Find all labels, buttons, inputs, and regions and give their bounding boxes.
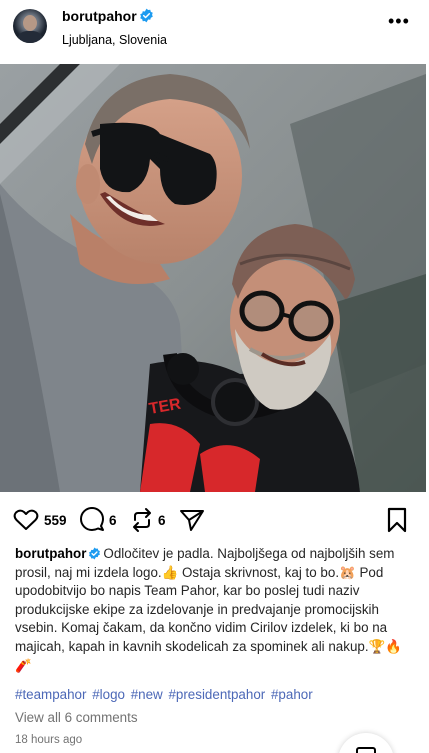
hashtag-link[interactable]: #pahor bbox=[271, 687, 313, 702]
post-header: borutpahor Ljubljana, Slovenia ••• bbox=[0, 0, 429, 64]
post-caption: borutpahor Odločitev je padla. Najboljšeg… bbox=[15, 545, 415, 675]
hashtag-link[interactable]: #new bbox=[131, 687, 163, 702]
avatar[interactable] bbox=[13, 9, 47, 43]
post-location[interactable]: Ljubljana, Slovenia bbox=[62, 33, 167, 47]
post-username[interactable]: borutpahor bbox=[62, 8, 137, 24]
caption-username[interactable]: borutpahor bbox=[15, 546, 86, 561]
comment-icon[interactable] bbox=[79, 506, 105, 534]
message-button[interactable] bbox=[338, 733, 394, 753]
hashtag-link[interactable]: #teampahor bbox=[15, 687, 86, 702]
post-actions: 559 6 6 bbox=[0, 506, 429, 538]
selfie-image: TER bbox=[0, 64, 426, 492]
repost-icon[interactable] bbox=[130, 506, 154, 534]
like-count[interactable]: 559 bbox=[44, 513, 67, 528]
hashtag-link[interactable]: #logo bbox=[92, 687, 125, 702]
share-icon[interactable] bbox=[179, 506, 205, 534]
heart-icon[interactable] bbox=[13, 506, 39, 534]
caption-text: Odločitev je padla. Najboljšega od najbo… bbox=[15, 546, 402, 673]
post-timestamp: 18 hours ago bbox=[15, 734, 83, 746]
verified-badge-icon bbox=[140, 8, 153, 23]
verified-badge-icon bbox=[89, 547, 101, 560]
post-photo[interactable]: TER bbox=[0, 64, 426, 492]
comment-count[interactable]: 6 bbox=[109, 513, 117, 528]
view-comments-link[interactable]: View all 6 comments bbox=[15, 710, 138, 725]
message-icon bbox=[356, 747, 376, 753]
hashtag-list: #teampahor #logo #new #presidentpahor #p… bbox=[15, 687, 315, 702]
hashtag-link[interactable]: #presidentpahor bbox=[168, 687, 265, 702]
bookmark-icon[interactable] bbox=[386, 506, 408, 534]
more-options-button[interactable]: ••• bbox=[388, 12, 409, 34]
repost-count[interactable]: 6 bbox=[158, 513, 166, 528]
